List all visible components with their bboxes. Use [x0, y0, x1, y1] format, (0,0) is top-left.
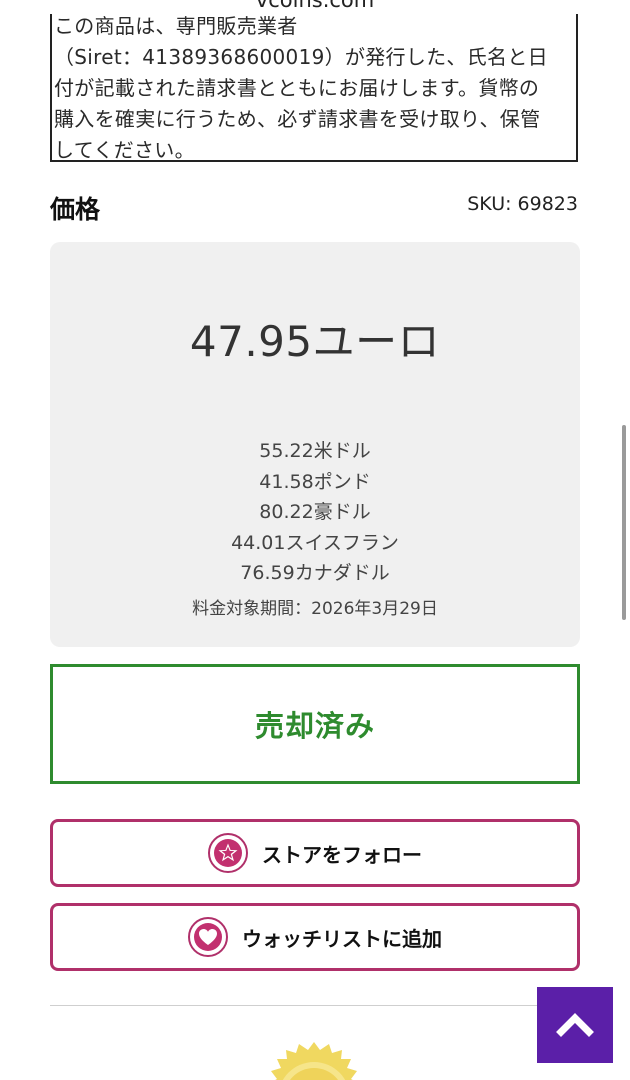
star-icon	[208, 833, 248, 873]
notice-line: （Siret：41389368600019）が発行した、氏名と日	[54, 45, 548, 69]
conversion-aud: 80.22豪ドル	[259, 501, 371, 523]
invoice-notice-text: この商品は、専門販売業者 （Siret：41389368600019）が発行した…	[54, 14, 576, 162]
section-divider	[50, 1005, 580, 1006]
add-to-watchlist-label: ウォッチリストに追加	[242, 926, 442, 951]
scroll-to-top-button[interactable]	[537, 987, 613, 1063]
notice-line: この商品は、専門販売業者	[54, 14, 298, 38]
page-scrollbar[interactable]	[622, 425, 626, 620]
chevron-up-icon	[555, 1008, 595, 1042]
follow-store-button[interactable]: ストアをフォロー	[50, 819, 580, 887]
price-panel: 47.95ユーロ 55.22米ドル 41.58ポンド 80.22豪ドル 44.0…	[50, 242, 580, 647]
sold-label: 売却済み	[254, 709, 375, 743]
invoice-notice: この商品は、専門販売業者 （Siret：41389368600019）が発行した…	[50, 14, 578, 162]
conversion-chf: 44.01スイスフラン	[231, 531, 399, 554]
rate-date: 料金対象期間：2026年3月29日	[192, 599, 438, 619]
sold-status-box: 売却済み	[50, 664, 580, 784]
follow-store-label: ストアをフォロー	[262, 842, 422, 867]
seller-badge-seal	[252, 1036, 376, 1080]
notice-line: 購入を確実に行うため、必ず請求書を受け取り、保管	[54, 107, 541, 131]
sku-label: SKU: 69823	[467, 193, 578, 215]
conversion-gbp: 41.58ポンド	[259, 470, 371, 493]
notice-line: してください。	[54, 138, 195, 162]
page: vcoins.com この商品は、専門販売業者 （Siret：413893686…	[0, 0, 630, 1080]
conversion-cad: 76.59カナダドル	[240, 562, 390, 584]
notice-line: 付が記載された請求書とともにお届けします。貨幣の	[54, 76, 540, 100]
add-to-watchlist-button[interactable]: ウォッチリストに追加	[50, 903, 580, 971]
currency-conversions: 55.22米ドル 41.58ポンド 80.22豪ドル 44.01スイスフラン 7…	[50, 436, 580, 589]
price-heading: 価格	[50, 195, 101, 224]
conversion-usd: 55.22米ドル	[259, 440, 371, 462]
heart-icon	[188, 917, 228, 957]
main-price: 47.95ユーロ	[189, 317, 441, 366]
